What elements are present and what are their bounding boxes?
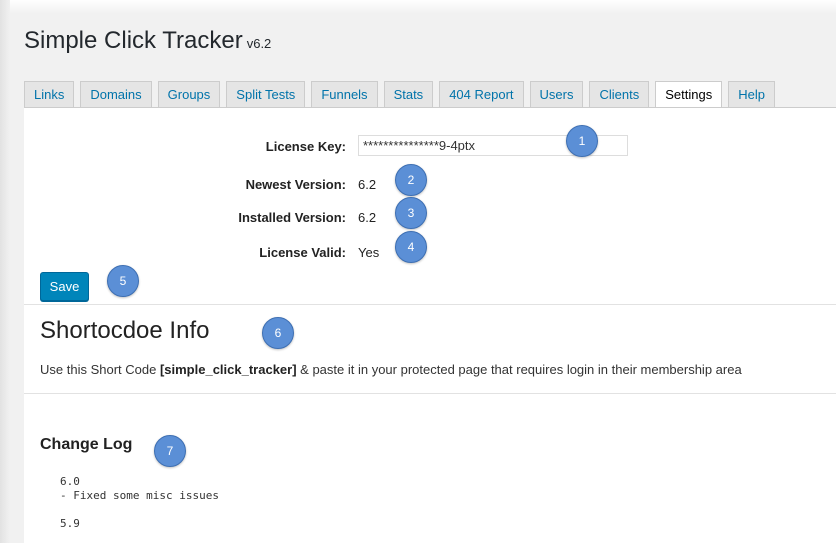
tab-help[interactable]: Help [728,81,775,107]
tab-settings[interactable]: Settings [655,81,723,108]
section-divider [24,304,836,305]
changelog-version: 6.0 [60,475,80,488]
app-title: Simple Click Tracker [24,27,243,54]
tab-users[interactable]: Users [529,81,584,107]
app-version: v6.2 [246,36,272,51]
installed-version-value: 6.2 [358,210,377,225]
callout-badge-2: 2 [395,164,427,196]
shortcode-desc-after: & paste it in your protected page that r… [296,362,742,377]
tab-404-report[interactable]: 404 Report [439,81,524,107]
page-title: Simple Click Tracker v6.2 [24,27,271,55]
tab-domains[interactable]: Domains [80,81,152,107]
shortcode-description: Use this Short Code [simple_click_tracke… [40,362,742,377]
callout-badge-7: 7 [154,435,186,467]
changelog-version: 5.9 [60,517,80,530]
license-valid-value: Yes [358,245,380,260]
tab-groups[interactable]: Groups [157,81,221,107]
installed-version-label: Installed Version: [238,210,346,225]
top-fade [0,0,836,14]
shortcode-heading: Shortocdoe Info [40,317,210,344]
section-divider-2 [24,393,836,394]
tab-stats[interactable]: Stats [383,81,434,107]
save-button[interactable]: Save [40,272,89,301]
callout-badge-6: 6 [262,317,294,349]
settings-panel: License Key: 1 Newest Version: 6.2 2 Ins… [24,108,836,543]
callout-badge-3: 3 [395,197,427,229]
license-valid-label: License Valid: [259,245,346,260]
callout-badge-1: 1 [566,125,598,157]
left-shadow [0,0,10,543]
license-key-label: License Key: [265,139,346,154]
tab-split-tests[interactable]: Split Tests [226,81,306,107]
changelog-heading: Change Log [40,436,133,453]
tab-funnels[interactable]: Funnels [311,81,378,107]
shortcode-desc-before: Use this Short Code [40,362,160,377]
tab-clients[interactable]: Clients [589,81,650,107]
newest-version-value: 6.2 [358,177,377,192]
callout-badge-4: 4 [395,231,427,263]
changelog-spacer [60,503,219,517]
tab-links[interactable]: Links [24,81,75,107]
shortcode-code: [simple_click_tracker] [159,362,297,377]
changelog-note: - Fixed some misc issues [60,489,219,502]
changelog-list: 6.0- Fixed some misc issues 5.9 [60,475,219,531]
tab-bar: Links Domains Groups Split Tests Funnels… [24,81,775,108]
newest-version-label: Newest Version: [245,177,346,192]
callout-badge-5: 5 [107,265,139,297]
